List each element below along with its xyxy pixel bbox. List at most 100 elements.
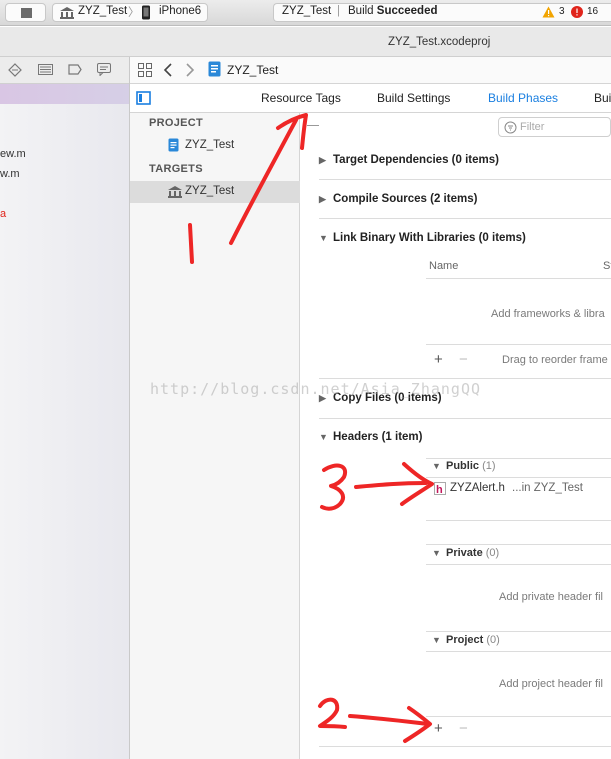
nav-file-3[interactable]: a bbox=[0, 208, 6, 220]
activity-status-bar: ZYZ_Test | Build Succeeded 3 16 bbox=[273, 3, 611, 22]
project-file-icon bbox=[208, 61, 221, 77]
show-hide-list-icon[interactable] bbox=[136, 91, 151, 105]
app-target-icon bbox=[168, 186, 182, 198]
editor-tab-bar: Resource Tags Build Settings Build Phase… bbox=[130, 84, 611, 113]
targets-section-header: TARGETS bbox=[149, 163, 203, 175]
phase-target-dependencies[interactable]: ▶ Target Dependencies (0 items) bbox=[319, 154, 611, 166]
header-file-name[interactable]: ZYZAlert.h bbox=[450, 482, 505, 494]
header-file-icon: h bbox=[434, 482, 446, 495]
divider bbox=[426, 458, 611, 459]
warning-icon[interactable] bbox=[542, 6, 555, 18]
error-icon[interactable] bbox=[571, 6, 583, 18]
related-items-grid-icon[interactable] bbox=[138, 63, 152, 77]
phase-link-binary[interactable]: ▼ Link Binary With Libraries (0 items) bbox=[319, 232, 611, 244]
disclosure-closed-icon[interactable]: ▶ bbox=[319, 194, 333, 205]
status-text: Build Succeeded bbox=[348, 5, 438, 17]
disclosure-open-icon[interactable]: ▼ bbox=[432, 548, 446, 558]
jumpbar-project[interactable]: ZYZ_Test bbox=[227, 63, 278, 77]
add-phase-stub[interactable] bbox=[307, 125, 319, 126]
jump-bar: ZYZ_Test bbox=[130, 57, 611, 84]
divider bbox=[426, 544, 611, 545]
divider bbox=[426, 631, 611, 632]
status-separator: | bbox=[337, 5, 340, 17]
svg-text:h: h bbox=[436, 484, 443, 495]
debug-navigator-icon[interactable] bbox=[68, 64, 82, 75]
link-column-status[interactable]: St bbox=[603, 260, 611, 272]
link-add-hint: Add frameworks & libra bbox=[491, 308, 605, 320]
tab-build-rules[interactable]: Bui bbox=[594, 91, 611, 105]
breakpoint-navigator-icon[interactable] bbox=[8, 63, 22, 77]
iphone-icon bbox=[142, 5, 150, 20]
project-section-header: PROJECT bbox=[149, 117, 204, 129]
disclosure-closed-icon[interactable]: ▶ bbox=[319, 155, 333, 166]
divider bbox=[426, 278, 611, 279]
project-header-hint: Add project header fil bbox=[499, 678, 603, 690]
status-project: ZYZ_Test bbox=[282, 5, 332, 17]
link-add-button[interactable]: + bbox=[434, 351, 443, 368]
headers-project-group[interactable]: ▼ Project (0) bbox=[432, 634, 500, 646]
disclosure-open-icon[interactable]: ▼ bbox=[432, 461, 446, 471]
tab-build-settings[interactable]: Build Settings bbox=[377, 91, 450, 105]
warning-count: 3 bbox=[559, 6, 565, 17]
annotation-arrowhead-3 bbox=[400, 462, 434, 506]
header-file-location: ...in ZYZ_Test bbox=[512, 482, 583, 494]
annotation-arrow-2 bbox=[348, 714, 430, 726]
annotation-mark-2 bbox=[318, 697, 347, 729]
divider bbox=[319, 218, 611, 219]
divider bbox=[319, 378, 611, 379]
divider bbox=[426, 564, 611, 565]
divider bbox=[426, 477, 611, 478]
headers-add-button[interactable]: + bbox=[434, 720, 443, 737]
divider bbox=[426, 651, 611, 652]
error-count: 16 bbox=[587, 6, 599, 17]
window-title-bar: ZYZ_Test.xcodeproj bbox=[0, 27, 611, 57]
disclosure-open-icon[interactable]: ▼ bbox=[319, 432, 333, 442]
project-item[interactable]: ZYZ_Test bbox=[185, 139, 234, 151]
stop-button[interactable] bbox=[5, 3, 46, 22]
annotation-arrowhead-2 bbox=[403, 706, 432, 743]
filter-icon bbox=[504, 121, 517, 134]
window-title: ZYZ_Test.xcodeproj bbox=[388, 36, 491, 48]
toolbar: ZYZ_Test 〉 iPhone6 ZYZ_Test | Build Succ… bbox=[0, 0, 611, 26]
phase-headers[interactable]: ▼ Headers (1 item) bbox=[319, 431, 611, 443]
headers-private-group[interactable]: ▼ Private (0) bbox=[432, 547, 499, 559]
stop-icon bbox=[21, 8, 32, 18]
scheme-selector[interactable]: ZYZ_Test 〉 iPhone6 bbox=[52, 3, 208, 22]
disclosure-open-icon[interactable]: ▼ bbox=[319, 233, 333, 243]
forward-arrow-icon[interactable] bbox=[185, 63, 195, 77]
divider bbox=[426, 716, 611, 717]
tab-resource-tags[interactable]: Resource Tags bbox=[261, 91, 341, 105]
private-header-hint: Add private header fil bbox=[499, 591, 603, 603]
scheme-name: ZYZ_Test bbox=[78, 5, 128, 17]
chevron-right-icon: 〉 bbox=[128, 7, 140, 19]
divider bbox=[319, 179, 611, 180]
navigator-tab-bar bbox=[0, 57, 129, 84]
back-arrow-icon[interactable] bbox=[163, 63, 173, 77]
navigator-pane bbox=[0, 57, 129, 759]
divider bbox=[426, 520, 611, 521]
link-remove-button[interactable]: − bbox=[459, 351, 468, 368]
headers-public-group[interactable]: ▼ Public (1) bbox=[432, 460, 496, 472]
disclosure-open-icon[interactable]: ▼ bbox=[432, 635, 446, 645]
target-item: ZYZ_Test bbox=[185, 185, 235, 197]
link-column-name[interactable]: Name bbox=[429, 260, 458, 272]
phase-compile-sources[interactable]: ▶ Compile Sources (2 items) bbox=[319, 193, 611, 205]
nav-file-2[interactable]: w.m bbox=[0, 168, 20, 180]
app-target-icon bbox=[60, 7, 74, 19]
tab-build-phases[interactable]: Build Phases bbox=[488, 91, 558, 105]
filter-placeholder: Filter bbox=[520, 121, 545, 133]
annotation-mark-3 bbox=[320, 463, 348, 511]
device-name: iPhone6 bbox=[159, 5, 202, 17]
divider bbox=[319, 746, 611, 747]
filter-field[interactable]: Filter bbox=[498, 117, 611, 137]
headers-remove-button[interactable]: − bbox=[459, 720, 468, 737]
project-file-icon bbox=[168, 138, 179, 152]
divider bbox=[426, 344, 611, 345]
issue-message-icon[interactable] bbox=[97, 63, 111, 76]
selected-target-row[interactable]: ZYZ_Test bbox=[130, 181, 300, 203]
navigator-selected-row[interactable] bbox=[0, 84, 129, 104]
link-drag-hint: Drag to reorder frame bbox=[502, 354, 608, 366]
report-navigator-icon[interactable] bbox=[38, 64, 53, 75]
nav-file-1[interactable]: ew.m bbox=[0, 148, 26, 160]
divider bbox=[319, 418, 611, 419]
